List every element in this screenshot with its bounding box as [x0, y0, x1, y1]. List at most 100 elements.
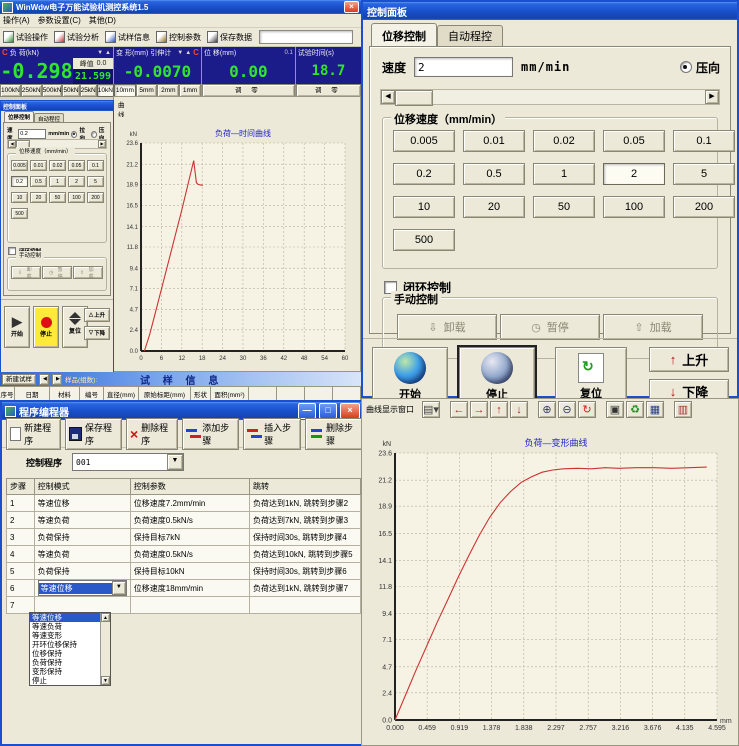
new-specimen-button[interactable]: 新建试样 [2, 374, 36, 385]
scroll-up-icon[interactable]: ▲ [101, 613, 110, 622]
mode-cell[interactable]: 负荷保持 [34, 529, 130, 546]
menu-item[interactable]: 参数设置(C) [38, 15, 81, 26]
control-mode-combobox[interactable]: 等速位移▼ [38, 580, 127, 596]
remove-step-button[interactable]: 删除步骤 [305, 418, 363, 450]
tab-displacement-control[interactable]: 位移控制 [371, 23, 437, 46]
mini-speed-input[interactable] [18, 129, 46, 139]
menu-item[interactable]: 操作(A) [3, 15, 30, 26]
scroll-left-icon[interactable]: ◀ [381, 90, 395, 104]
scroll-down-icon[interactable]: ▼ [101, 676, 110, 685]
speed-0.01-button[interactable]: 0.01 [30, 160, 47, 171]
zoom-out-icon[interactable]: ⊖ [558, 401, 576, 418]
chevron-down-icon[interactable]: ▼ [112, 581, 126, 595]
insert-step-button[interactable]: 插入步骤 [243, 418, 301, 450]
toolbar-item[interactable]: 保存数据 [207, 31, 252, 43]
pan-up-icon[interactable]: ↑ [490, 401, 508, 418]
range-button-250kN[interactable]: 250kN [21, 84, 42, 97]
range-button-100kN[interactable]: 100kN [0, 84, 21, 97]
speed-500-button[interactable]: 500 [393, 229, 455, 251]
mini-start-button[interactable]: ▶ 开始 [4, 306, 30, 348]
speed-0.05-button[interactable]: 0.05 [68, 160, 85, 171]
speed-0.01-button[interactable]: 0.01 [463, 130, 525, 152]
scroll-right-icon[interactable]: ▶ [98, 140, 106, 148]
pan-down-icon[interactable]: ↓ [510, 401, 528, 418]
unload-button[interactable]: ⇩卸载 [11, 266, 41, 279]
scroll-thumb[interactable] [395, 90, 433, 106]
toolbar-item[interactable]: 试验分析 [54, 31, 99, 43]
mini-up-button[interactable]: △ 上升 [84, 308, 110, 322]
program-select-combobox[interactable]: 001 ▼ [72, 453, 184, 471]
speed-100-button[interactable]: 100 [603, 196, 665, 218]
mini-down-button[interactable]: ▽ 下降 [84, 326, 110, 340]
refresh-icon[interactable]: C [2, 48, 8, 57]
speed-10-button[interactable]: 10 [393, 196, 455, 218]
speed-input[interactable] [414, 57, 513, 77]
dropdown-option[interactable]: 等速负荷 [30, 622, 100, 631]
dropdown-option[interactable]: 变形保持 [30, 667, 100, 676]
save-image-icon[interactable]: ▦ [646, 401, 664, 418]
new-program-button[interactable]: 新建程序 [6, 418, 61, 450]
toolbar-item[interactable]: 控制参数 [156, 31, 201, 43]
mini-direction-pull-radio[interactable] [71, 131, 77, 138]
unload-button[interactable]: ⇩卸载 [397, 314, 497, 340]
refresh-icon[interactable]: ↻ [578, 401, 596, 418]
speed-100-button[interactable]: 100 [68, 192, 85, 203]
speed-20-button[interactable]: 20 [463, 196, 525, 218]
mini-tab-displacement-control[interactable]: 位移控制 [4, 111, 34, 122]
mode-cell[interactable]: 等速负荷 [34, 512, 130, 529]
delete-program-button[interactable]: ×删除程序 [126, 418, 178, 450]
range-button-25kN[interactable]: 25kN [80, 84, 97, 97]
speed-0.1-button[interactable]: 0.1 [673, 130, 735, 152]
pan-left-icon[interactable]: ← [450, 401, 468, 418]
speed-0.005-button[interactable]: 0.005 [11, 160, 28, 171]
speed-scrollbar[interactable]: ◀ ▶ [380, 89, 720, 105]
redraw-icon[interactable]: ♻ [626, 401, 644, 418]
add-step-button[interactable]: 添加步骤 [182, 418, 240, 450]
speed-2-button[interactable]: 2 [603, 163, 665, 185]
range-button-10kN[interactable]: 10kN [97, 84, 114, 97]
range-button-500kN[interactable]: 500kN [42, 84, 63, 97]
chevron-down-icon[interactable]: ▼ [167, 454, 183, 470]
mode-cell[interactable]: 等速负荷 [34, 546, 130, 563]
pause-button[interactable]: ◷暂停 [500, 314, 600, 340]
dropdown-option[interactable]: 等速位移 [30, 613, 100, 622]
speed-200-button[interactable]: 200 [87, 192, 104, 203]
pan-right-icon[interactable]: → [470, 401, 488, 418]
speed-1-button[interactable]: 1 [533, 163, 595, 185]
speed-0.2-button[interactable]: 0.2 [11, 176, 28, 187]
display-icon[interactable]: ▣ [606, 401, 624, 418]
speed-0.02-button[interactable]: 0.02 [49, 160, 66, 171]
speed-50-button[interactable]: 50 [533, 196, 595, 218]
zoom-in-icon[interactable]: ⊕ [538, 401, 556, 418]
speed-20-button[interactable]: 20 [30, 192, 47, 203]
peak-down-icon[interactable]: ▼ [97, 50, 103, 56]
range-button-50kN[interactable]: 50kN [62, 84, 79, 97]
speed-2-button[interactable]: 2 [68, 176, 85, 187]
report-icon[interactable]: ▥ [674, 401, 692, 418]
refresh-icon[interactable]: C [193, 48, 199, 57]
dropdown-option[interactable]: 位移保持 [30, 649, 100, 658]
speed-200-button[interactable]: 200 [673, 196, 735, 218]
speed-5-button[interactable]: 5 [673, 163, 735, 185]
mini-closed-loop-checkbox[interactable] [8, 247, 16, 255]
speed-0.005-button[interactable]: 0.005 [393, 130, 455, 152]
chart-mode-dropdown[interactable]: ▤▾ [422, 401, 440, 418]
speed-5-button[interactable]: 5 [87, 176, 104, 187]
mini-direction-press-radio[interactable] [91, 131, 97, 138]
load-button[interactable]: ⇧加载 [603, 314, 703, 340]
menu-item[interactable]: 其他(D) [89, 15, 116, 26]
close-icon[interactable]: × [344, 1, 359, 13]
next-specimen-icon[interactable]: ▶ [52, 374, 62, 385]
peak-up-icon[interactable]: ▲ [105, 50, 111, 56]
toolbar-item[interactable]: 试样信息 [105, 31, 150, 43]
up-button[interactable]: ↑ 上升 [649, 347, 729, 372]
dropdown-option[interactable]: 负荷保持 [30, 658, 100, 667]
speed-1-button[interactable]: 1 [49, 176, 66, 187]
speed-0.1-button[interactable]: 0.1 [87, 160, 104, 171]
speed-0.02-button[interactable]: 0.02 [533, 130, 595, 152]
mode-cell[interactable] [34, 597, 130, 614]
mode-cell[interactable]: 负荷保持 [34, 563, 130, 580]
save-program-button[interactable]: 保存程序 [65, 418, 122, 450]
dropdown-option[interactable]: 开环位移保持 [30, 640, 100, 649]
prev-specimen-icon[interactable]: ◀ [39, 374, 49, 385]
